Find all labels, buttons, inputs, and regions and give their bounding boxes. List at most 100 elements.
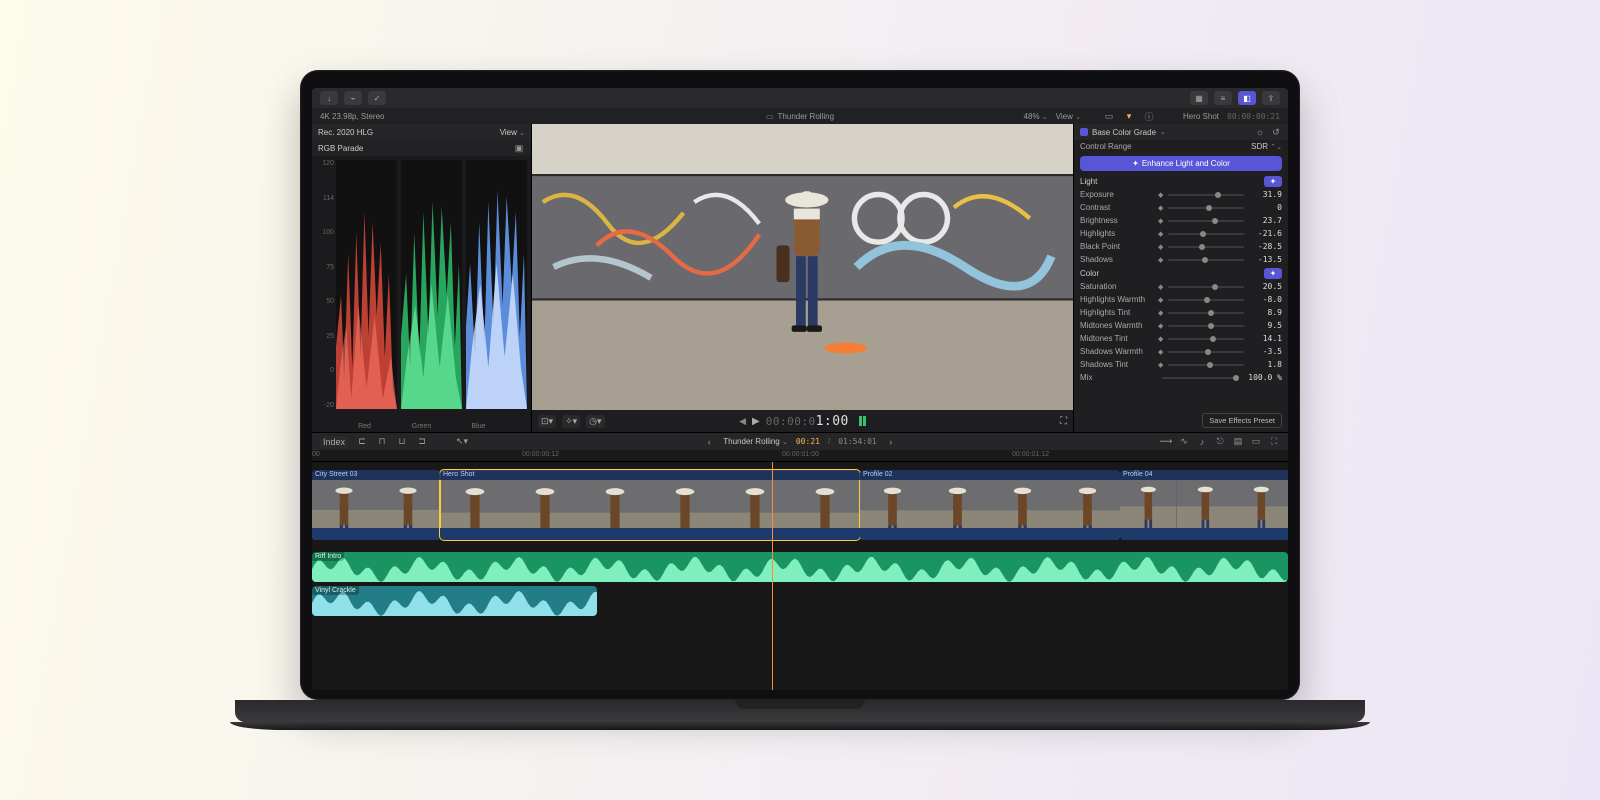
info-inspector-tab-icon[interactable]: ⓘ [1143, 111, 1155, 122]
viewer-canvas[interactable] [532, 124, 1073, 410]
timeline-body[interactable]: City Street 03Hero ShotProfile 02Profile… [312, 462, 1288, 690]
mix-slider[interactable] [1162, 377, 1236, 379]
video-clip[interactable]: Profile 04 [1120, 470, 1288, 540]
param-slider[interactable] [1168, 338, 1244, 340]
background-tasks-icon[interactable]: ✓ [368, 91, 386, 105]
keyframe-icon[interactable]: ◆ [1158, 217, 1163, 225]
effect-reset-icon[interactable]: ↺ [1270, 127, 1282, 138]
param-saturation[interactable]: Saturation◆20.5 [1074, 280, 1288, 293]
param-slider[interactable] [1168, 325, 1244, 327]
audio-track-1[interactable]: Riff Intro [312, 552, 1288, 582]
lane-icon[interactable]: ▤ [1232, 436, 1244, 447]
param-highlights-warmth[interactable]: Highlights Warmth◆-8.0 [1074, 293, 1288, 306]
inspector-view-icon[interactable]: ◧ [1238, 91, 1256, 105]
param-slider[interactable] [1168, 351, 1244, 353]
skimming-icon[interactable]: ⟿ [1160, 436, 1172, 447]
timeline-title[interactable]: Thunder Rolling ⌄ [723, 437, 788, 446]
append-tool-icon[interactable]: ⊐ [416, 436, 428, 447]
audio-clip[interactable]: Vinyl Crackle [312, 586, 597, 616]
effect-enable-checkbox[interactable] [1080, 128, 1088, 136]
param-slider[interactable] [1168, 246, 1244, 248]
keyframe-icon[interactable]: ◆ [1158, 243, 1163, 251]
video-clip[interactable]: City Street 03 [312, 470, 440, 540]
share-icon[interactable]: ⇪ [1262, 91, 1280, 105]
param-shadows-warmth[interactable]: Shadows Warmth◆-3.5 [1074, 345, 1288, 358]
param-exposure[interactable]: Exposure◆31.9 [1074, 188, 1288, 201]
keyframe-icon[interactable]: ◆ [1158, 230, 1163, 238]
param-slider[interactable] [1168, 259, 1244, 261]
fullscreen-icon[interactable]: ⛶ [1060, 416, 1067, 427]
light-auto-icon[interactable]: ✦ [1264, 176, 1282, 187]
play-icon[interactable]: ▶ [752, 416, 760, 427]
keyframe-icon[interactable]: ◆ [1158, 335, 1163, 343]
timeline-view-icon[interactable]: ≡ [1214, 91, 1232, 105]
param-shadows-tint[interactable]: Shadows Tint◆1.8 [1074, 358, 1288, 371]
audio-skimming-icon[interactable]: ∿ [1178, 436, 1190, 447]
clip-appearance-icon[interactable]: ▭ [1250, 436, 1262, 447]
solo-icon[interactable]: ♪ [1196, 436, 1208, 447]
param-black-point[interactable]: Black Point◆-28.5 [1074, 240, 1288, 253]
param-midtones-tint[interactable]: Midtones Tint◆14.1 [1074, 332, 1288, 345]
effect-title[interactable]: Base Color Grade [1092, 128, 1156, 137]
keyframe-icon[interactable]: ◆ [1158, 256, 1163, 264]
arrow-tool-dropdown-icon[interactable]: ↖▾ [456, 436, 468, 447]
connect-tool-icon[interactable]: ⊓ [376, 436, 388, 447]
param-midtones-warmth[interactable]: Midtones Warmth◆9.5 [1074, 319, 1288, 332]
param-slider[interactable] [1168, 220, 1244, 222]
keyframe-icon[interactable]: ◆ [1158, 309, 1163, 317]
timeline-fullscreen-icon[interactable]: ⛶ [1268, 436, 1280, 447]
audio-track-2[interactable]: Vinyl Crackle [312, 586, 1288, 616]
keyframe-icon[interactable]: ◆ [1158, 348, 1163, 356]
param-slider[interactable] [1168, 233, 1244, 235]
scopes-view-dropdown[interactable]: View ⌄ [500, 128, 525, 137]
keyframe-icon[interactable]: ◆ [1158, 283, 1163, 291]
library-view-icon[interactable]: ▦ [1190, 91, 1208, 105]
video-clip[interactable]: Hero Shot [440, 470, 860, 540]
retime-dropdown-icon[interactable]: ◷▾ [586, 415, 604, 428]
param-slider[interactable] [1168, 207, 1244, 209]
video-inspector-tab-icon[interactable]: ▭ [1103, 111, 1115, 122]
param-shadows[interactable]: Shadows◆-13.5 [1074, 253, 1288, 266]
param-slider[interactable] [1168, 194, 1244, 196]
transform-dropdown-icon[interactable]: ⊡▾ [538, 415, 556, 428]
keyframe-icon[interactable]: ◆ [1158, 204, 1163, 212]
save-effects-preset-button[interactable]: Save Effects Preset [1202, 413, 1282, 428]
playhead[interactable] [772, 462, 773, 690]
view-dropdown[interactable]: View ⌄ [1056, 112, 1081, 121]
param-highlights-tint[interactable]: Highlights Tint◆8.9 [1074, 306, 1288, 319]
timeline-index-button[interactable]: Index [320, 436, 348, 448]
param-brightness[interactable]: Brightness◆23.7 [1074, 214, 1288, 227]
keyframe-icon[interactable]: ◆ [1158, 361, 1163, 369]
audio-clip[interactable]: Riff Intro [312, 552, 1288, 582]
timeline-ruler[interactable]: 0000:00:00:1200:00:01:0000:00:01:12 [312, 450, 1288, 462]
param-slider[interactable] [1168, 299, 1244, 301]
keyframe-icon[interactable]: ◆ [1158, 322, 1163, 330]
transport-bar: ⊡▾ ✧▾ ◷▾ ◀ ▶ 00:00:01:00 ⛶ [532, 410, 1073, 432]
color-inspector-tab-icon[interactable]: ▾ [1123, 111, 1135, 122]
effect-settings-icon[interactable]: ☼ [1254, 127, 1266, 138]
timeline-prev-icon[interactable]: ‹ [703, 436, 715, 447]
snapping-icon[interactable]: ⎋ [1214, 436, 1226, 447]
keyframe-icon[interactable]: ◆ [1158, 296, 1163, 304]
control-range-dropdown[interactable]: SDR ⌃⌄ [1251, 142, 1282, 151]
insert-tool-icon[interactable]: ⊔ [396, 436, 408, 447]
mix-row[interactable]: Mix 100.0 % [1074, 371, 1288, 384]
keyword-icon[interactable]: ⌁ [344, 91, 362, 105]
trim-tool-icon[interactable]: ⊏ [356, 436, 368, 447]
play-back-icon[interactable]: ◀ [739, 416, 746, 427]
timeline-next-icon[interactable]: › [885, 436, 897, 447]
enhance-light-color-button[interactable]: ✦ Enhance Light and Color [1080, 156, 1282, 171]
param-slider[interactable] [1168, 312, 1244, 314]
param-slider[interactable] [1168, 286, 1244, 288]
video-clip[interactable]: Profile 02 [860, 470, 1120, 540]
param-highlights[interactable]: Highlights◆-21.6 [1074, 227, 1288, 240]
color-auto-icon[interactable]: ✦ [1264, 268, 1282, 279]
zoom-dropdown[interactable]: 48% ⌄ [1024, 112, 1048, 121]
param-slider[interactable] [1168, 364, 1244, 366]
primary-video-track[interactable]: City Street 03Hero ShotProfile 02Profile… [312, 470, 1288, 548]
keyframe-icon[interactable]: ◆ [1158, 191, 1163, 199]
enhance-dropdown-icon[interactable]: ✧▾ [562, 415, 580, 428]
param-contrast[interactable]: Contrast◆0 [1074, 201, 1288, 214]
scopes-settings-icon[interactable]: ▣ [513, 143, 525, 154]
import-icon[interactable]: ↓ [320, 91, 338, 105]
